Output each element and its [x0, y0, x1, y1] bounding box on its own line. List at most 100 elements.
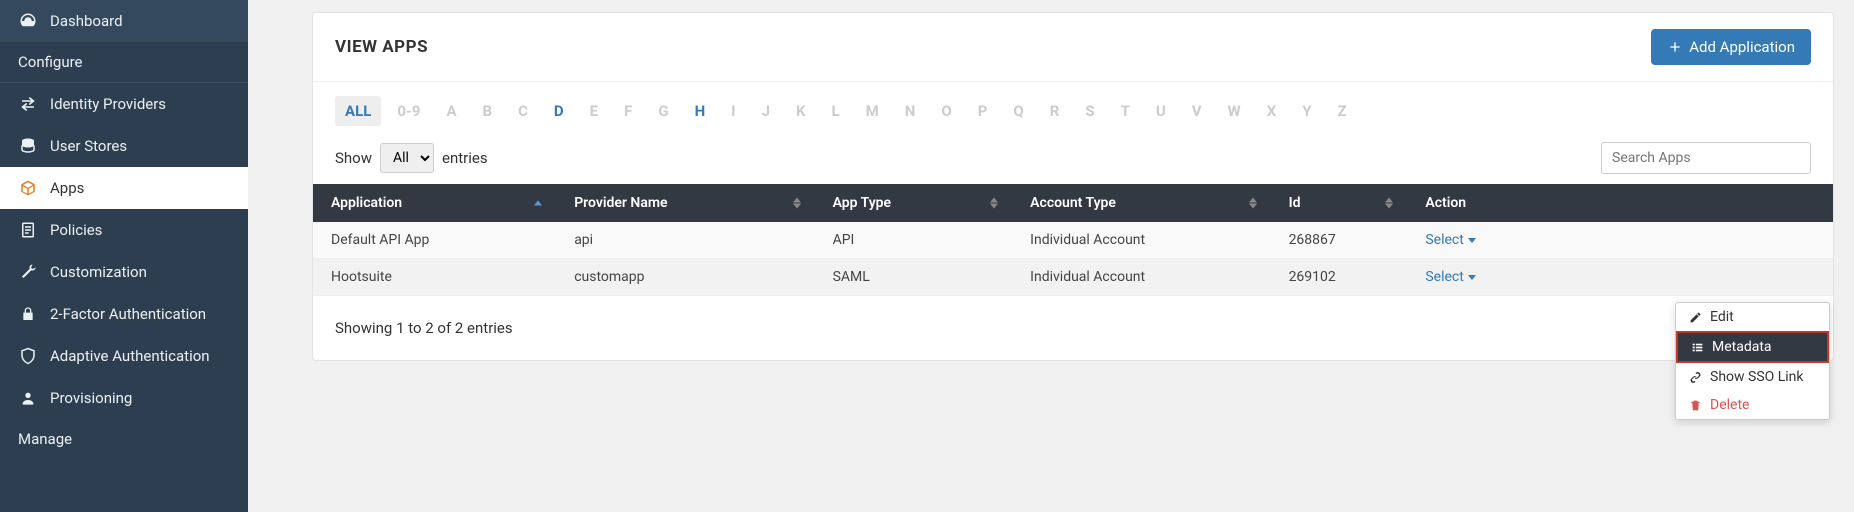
sort-up-icon — [990, 198, 998, 203]
add-application-button[interactable]: Add Application — [1651, 29, 1811, 65]
filter-letter-d[interactable]: D — [544, 96, 574, 126]
filter-letter-o[interactable]: O — [931, 96, 961, 126]
select-dropdown[interactable]: Select — [1425, 269, 1475, 285]
sidebar-item-customization[interactable]: Customization — [0, 251, 248, 293]
show-label: Show — [335, 149, 372, 167]
show-entries: Show All entries — [335, 143, 488, 173]
filter-letter-i[interactable]: I — [721, 96, 745, 126]
cell-provider: customapp — [556, 259, 814, 296]
th-provider[interactable]: Provider Name — [556, 184, 814, 222]
sort-down-icon — [1385, 204, 1393, 209]
cube-icon — [18, 178, 38, 198]
view-apps-panel: VIEW APPS Add Application ALL0-9ABCDEFGH… — [312, 12, 1834, 361]
sidebar-item-2fa[interactable]: 2-Factor Authentication — [0, 293, 248, 335]
sidebar-item-label: 2-Factor Authentication — [50, 305, 206, 323]
filter-letter-0-9[interactable]: 0-9 — [387, 96, 430, 126]
cell-apptype: API — [815, 222, 1013, 259]
filter-letter-g[interactable]: G — [648, 96, 678, 126]
dashboard-icon — [18, 11, 38, 31]
filter-letter-m[interactable]: M — [856, 96, 889, 126]
entries-select[interactable]: All — [380, 143, 434, 173]
dropdown-edit[interactable]: Edit — [1676, 303, 1829, 331]
page-title: VIEW APPS — [335, 37, 428, 57]
filter-letter-f[interactable]: F — [614, 96, 642, 126]
table-row: Default API AppapiAPIIndividual Account2… — [313, 222, 1833, 259]
sidebar-item-label: Apps — [50, 179, 84, 197]
sidebar-item-identity-providers[interactable]: Identity Providers — [0, 83, 248, 125]
th-accounttype[interactable]: Account Type — [1012, 184, 1270, 222]
sidebar-section-manage: Manage — [0, 419, 248, 459]
dropdown-show-sso[interactable]: Show SSO Link — [1676, 363, 1829, 391]
dropdown-metadata[interactable]: Metadata — [1676, 331, 1829, 363]
dropdown-delete[interactable]: Delete — [1676, 391, 1829, 419]
sidebar-item-label: Identity Providers — [50, 95, 166, 113]
sidebar-item-apps[interactable]: Apps — [0, 167, 248, 209]
filter-letter-a[interactable]: A — [436, 96, 466, 126]
sort-up-icon — [1249, 198, 1257, 203]
filter-letter-x[interactable]: X — [1257, 96, 1287, 126]
filter-letter-all[interactable]: ALL — [335, 96, 381, 126]
cell-apptype: SAML — [815, 259, 1013, 296]
dropdown-label: Metadata — [1712, 339, 1772, 355]
document-icon — [18, 220, 38, 240]
table-row: HootsuitecustomappSAMLIndividual Account… — [313, 259, 1833, 296]
filter-letter-w[interactable]: W — [1218, 96, 1251, 126]
link-icon — [1688, 370, 1702, 384]
filter-letter-u[interactable]: U — [1146, 96, 1176, 126]
cell-provider: api — [556, 222, 814, 259]
filter-letter-c[interactable]: C — [508, 96, 538, 126]
edit-icon — [1688, 310, 1702, 324]
sidebar-item-label: Customization — [50, 263, 147, 281]
action-dropdown: Edit Metadata Show SSO Link Delete — [1675, 302, 1830, 420]
filter-letter-b[interactable]: B — [473, 96, 503, 126]
entries-label: entries — [442, 149, 488, 167]
dropdown-label: Show SSO Link — [1710, 369, 1804, 385]
filter-letter-q[interactable]: Q — [1003, 96, 1033, 126]
table-footer: Showing 1 to 2 of 2 entries First Previ — [313, 296, 1833, 360]
sidebar-item-user-stores[interactable]: User Stores — [0, 125, 248, 167]
filter-letter-l[interactable]: L — [822, 96, 850, 126]
dropdown-label: Edit — [1710, 309, 1734, 325]
filter-letter-v[interactable]: V — [1182, 96, 1212, 126]
panel-header: VIEW APPS Add Application — [313, 13, 1833, 82]
sidebar-item-label: Provisioning — [50, 389, 132, 407]
filter-letter-y[interactable]: Y — [1292, 96, 1321, 126]
cell-accounttype: Individual Account — [1012, 259, 1270, 296]
sidebar-item-provisioning[interactable]: Provisioning — [0, 377, 248, 419]
filter-letter-p[interactable]: P — [968, 96, 998, 126]
sort-up-icon — [1385, 198, 1393, 203]
filter-letter-n[interactable]: N — [895, 96, 926, 126]
sidebar-item-label: User Stores — [50, 137, 127, 155]
dropdown-label: Delete — [1710, 397, 1749, 413]
sidebar-item-adaptive-auth[interactable]: Adaptive Authentication — [0, 335, 248, 377]
main-content: VIEW APPS Add Application ALL0-9ABCDEFGH… — [248, 0, 1854, 512]
filter-letter-e[interactable]: E — [580, 96, 608, 126]
table-controls: Show All entries — [313, 132, 1833, 184]
caret-down-icon — [1468, 238, 1476, 243]
filter-letter-h[interactable]: H — [685, 96, 716, 126]
lock-icon — [18, 304, 38, 324]
select-dropdown[interactable]: Select — [1425, 232, 1475, 248]
th-apptype[interactable]: App Type — [815, 184, 1013, 222]
entries-info: Showing 1 to 2 of 2 entries — [335, 319, 513, 337]
sort-down-icon — [1249, 204, 1257, 209]
filter-letter-k[interactable]: K — [786, 96, 816, 126]
add-application-label: Add Application — [1689, 38, 1795, 56]
cell-accounttype: Individual Account — [1012, 222, 1270, 259]
shield-icon — [18, 346, 38, 366]
filter-letter-r[interactable]: R — [1040, 96, 1070, 126]
th-application[interactable]: Application — [313, 184, 556, 222]
sort-up-icon — [793, 198, 801, 203]
filter-letter-j[interactable]: J — [752, 96, 780, 126]
th-id[interactable]: Id — [1271, 184, 1408, 222]
database-icon — [18, 136, 38, 156]
alphabet-filter: ALL0-9ABCDEFGHIJKLMNOPQRSTUVWXYZ — [313, 82, 1833, 132]
list-icon — [1690, 340, 1704, 354]
search-input[interactable] — [1601, 142, 1811, 174]
filter-letter-z[interactable]: Z — [1328, 96, 1357, 126]
sidebar-item-dashboard[interactable]: Dashboard — [0, 0, 248, 42]
sort-down-icon — [990, 204, 998, 209]
sidebar-item-policies[interactable]: Policies — [0, 209, 248, 251]
filter-letter-s[interactable]: S — [1075, 96, 1104, 126]
filter-letter-t[interactable]: T — [1111, 96, 1140, 126]
